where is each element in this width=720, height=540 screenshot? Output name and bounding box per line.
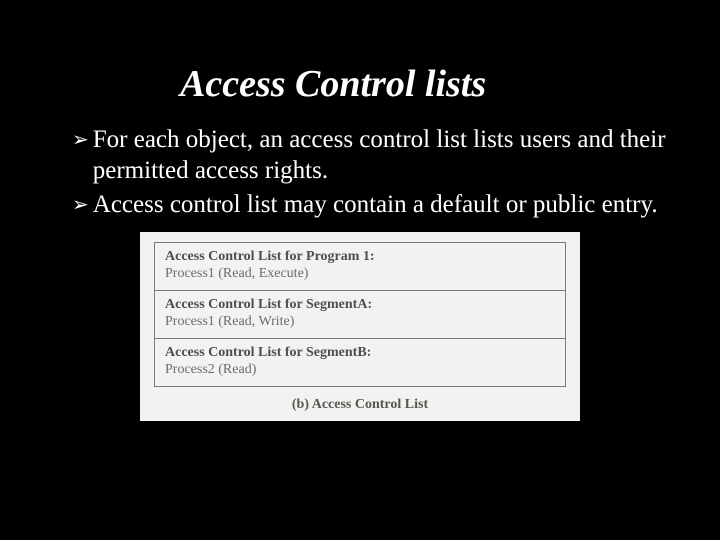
slide: Access Control lists ➢ For each object, … — [0, 0, 720, 540]
bullet-arrow-icon: ➢ — [72, 128, 89, 153]
slide-title: Access Control lists — [0, 0, 720, 106]
list-item: ➢ For each object, an access control lis… — [72, 124, 670, 187]
acl-figure: Access Control List for Program 1: Proce… — [140, 232, 580, 421]
figure-caption: (b) Access Control List — [154, 397, 566, 413]
table-row: Access Control List for SegmentB: Proces… — [155, 339, 565, 386]
acl-row-body: Process1 (Read, Execute) — [165, 266, 555, 282]
acl-row-body: Process1 (Read, Write) — [165, 314, 555, 330]
acl-table: Access Control List for Program 1: Proce… — [154, 242, 566, 387]
bullet-list: ➢ For each object, an access control lis… — [0, 124, 720, 220]
acl-row-title: Access Control List for Program 1: — [165, 249, 555, 265]
bullet-text: Access control list may contain a defaul… — [93, 189, 670, 220]
bullet-text: For each object, an access control list … — [93, 124, 670, 187]
list-item: ➢ Access control list may contain a defa… — [72, 189, 670, 220]
acl-row-title: Access Control List for SegmentA: — [165, 297, 555, 313]
acl-row-title: Access Control List for SegmentB: — [165, 345, 555, 361]
table-row: Access Control List for Program 1: Proce… — [155, 243, 565, 291]
figure-container: Access Control List for Program 1: Proce… — [0, 232, 720, 421]
table-row: Access Control List for SegmentA: Proces… — [155, 291, 565, 339]
bullet-arrow-icon: ➢ — [72, 193, 89, 218]
acl-row-body: Process2 (Read) — [165, 362, 555, 378]
